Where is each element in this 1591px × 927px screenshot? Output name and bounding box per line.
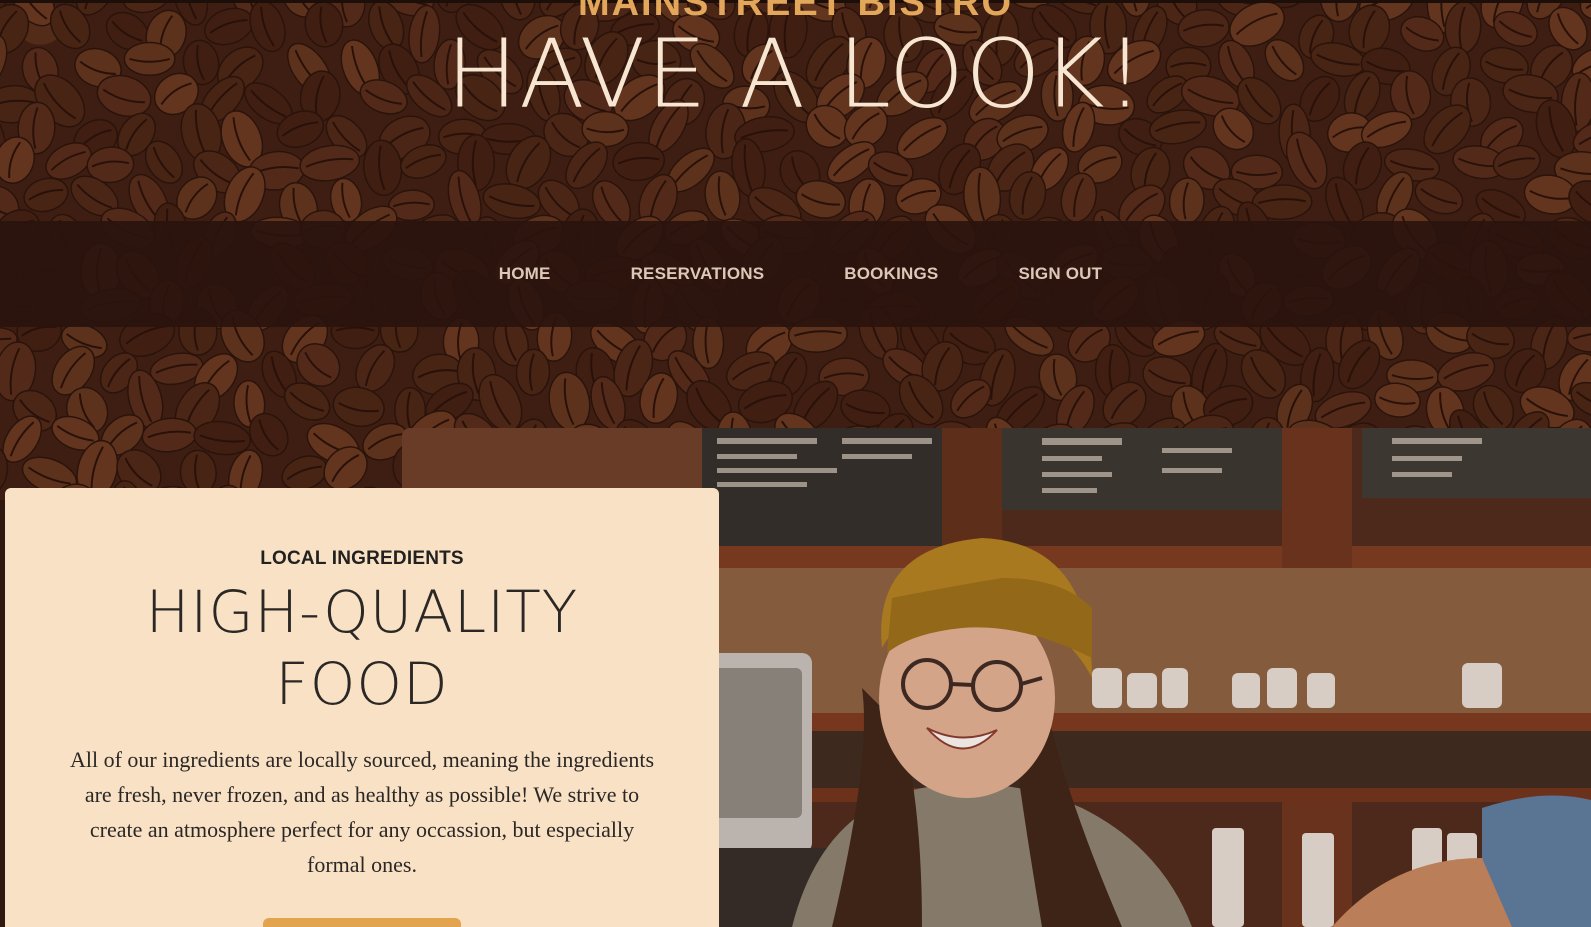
intro-cta-button[interactable] [263,918,461,927]
intro-eyebrow: LOCAL INGREDIENTS [260,548,464,569]
main-nav: HOME RESERVATIONS BOOKINGS SIGN OUT [0,221,1591,327]
intro-heading-line-2: FOOD [275,650,449,718]
nav-reservations-link[interactable]: RESERVATIONS [591,264,805,284]
nav-sign-out-link[interactable]: SIGN OUT [978,264,1142,284]
intro-heading-line-1: HIGH-QUALITY [145,578,579,646]
nav-bookings-link[interactable]: BOOKINGS [804,264,978,284]
nav-links: HOME RESERVATIONS BOOKINGS SIGN OUT [459,264,1142,284]
nav-home-link[interactable]: HOME [459,264,591,284]
page: MAINSTREET BISTRO HAVE A LOOK! HOME RESE… [0,0,1591,927]
intro-body: All of our ingredients are locally sourc… [69,747,655,877]
intro-heading: HIGH-QUALITY FOOD [5,576,719,720]
hero-title: HAVE A LOOK! [445,19,1146,129]
intro-card: LOCAL INGREDIENTS HIGH-QUALITY FOOD All … [5,488,719,927]
